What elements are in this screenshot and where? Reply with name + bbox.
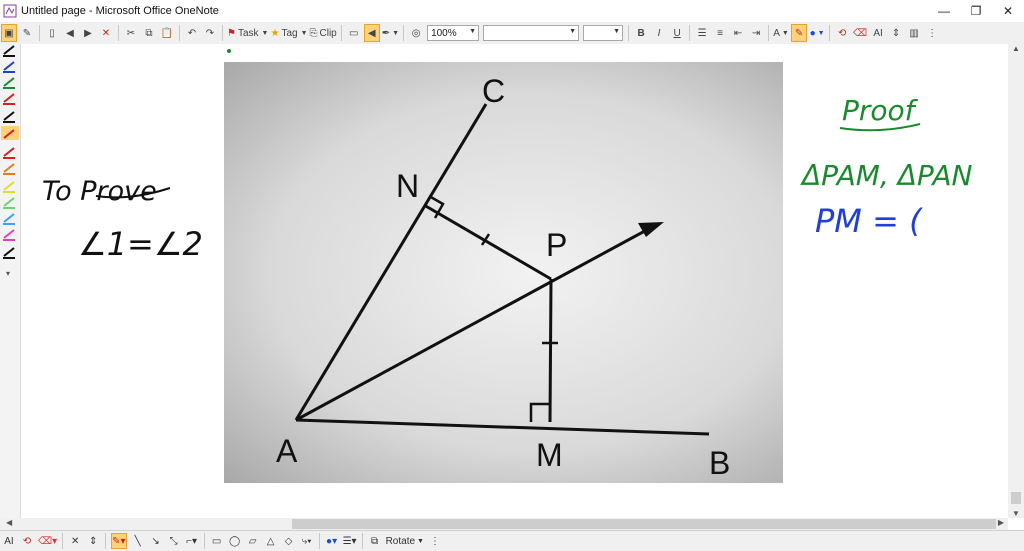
scroll-left-icon[interactable]: ◀ <box>6 518 12 527</box>
horizontal-scroll-thumb[interactable] <box>292 519 996 529</box>
note-pm-eq: PM = ( <box>815 202 923 240</box>
lasso-icon[interactable]: ⟲ <box>20 533 34 549</box>
line-weight-icon[interactable]: ☰▾ <box>343 533 357 549</box>
insert-space-icon[interactable]: ⇕ <box>86 533 100 549</box>
line-icon[interactable]: ╲ <box>131 533 145 549</box>
note-to-prove: To Prove <box>42 176 157 207</box>
more-options-icon[interactable]: ⋮ <box>428 533 442 549</box>
scroll-up-icon[interactable]: ▲ <box>1008 44 1024 58</box>
copy-shape-icon[interactable]: ⧉ <box>368 533 382 549</box>
delete-ink-icon[interactable]: ✕ <box>68 533 82 549</box>
vertical-scrollbar[interactable]: ▲ ▼ <box>1008 44 1024 518</box>
note-triangles: ΔPAM, ΔPAN <box>800 159 973 192</box>
eraser-icon[interactable]: ⌫▾ <box>38 533 57 549</box>
rotate-button[interactable]: Rotate ▼ <box>386 533 424 549</box>
scroll-right-icon[interactable]: ▶ <box>998 518 1004 527</box>
note-proof: Proof <box>842 94 919 127</box>
connector-icon[interactable]: ⤷▾ <box>300 533 314 549</box>
diamond-icon[interactable]: ◇ <box>282 533 296 549</box>
arrow-icon[interactable]: ↘ <box>149 533 163 549</box>
scroll-thumb[interactable] <box>1011 492 1021 504</box>
text-mode-icon[interactable]: AI <box>2 533 16 549</box>
rectangle-icon[interactable]: ▭ <box>210 533 224 549</box>
horizontal-scrollbar[interactable]: ◀ ▶ <box>0 518 1008 530</box>
double-arrow-icon[interactable]: ⤡ <box>167 533 181 549</box>
scroll-down-icon[interactable]: ▼ <box>1008 509 1024 518</box>
handwritten-notes: To Prove ∠1=∠2 Proof ΔPAM, ΔPAN PM = ( <box>42 94 973 263</box>
color-icon[interactable]: ●▾ <box>325 533 339 549</box>
selected-pen-icon[interactable]: ✎▾ <box>111 533 127 549</box>
axes-icon[interactable]: ⌐▾ <box>185 533 199 549</box>
drawing-toolbar: AI ⟲ ⌫▾ ✕ ⇕ ✎▾ ╲ ↘ ⤡ ⌐▾ ▭ ◯ ▱ △ ◇ ⤷▾ ●▾ … <box>0 530 1024 551</box>
ellipse-icon[interactable]: ◯ <box>228 533 242 549</box>
parallelogram-icon[interactable]: ▱ <box>246 533 260 549</box>
note-angle-eq: ∠1=∠2 <box>78 225 203 263</box>
triangle-icon[interactable]: △ <box>264 533 278 549</box>
